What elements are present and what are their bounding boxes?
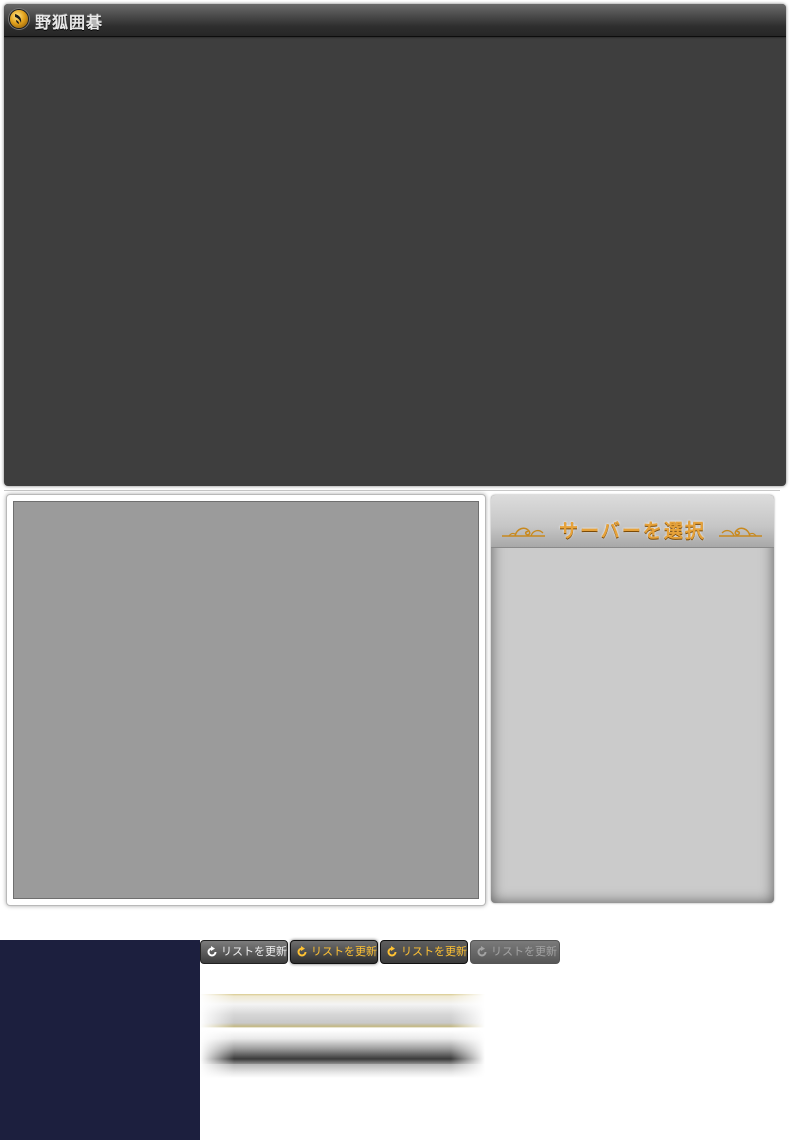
refresh-icon bbox=[387, 946, 397, 957]
refresh-button-label: リストを更新 bbox=[491, 945, 557, 958]
foxwq-logo-icon bbox=[10, 10, 28, 28]
server-list[interactable] bbox=[491, 548, 774, 903]
window-title: 野狐囲碁 bbox=[35, 13, 104, 32]
title-bar[interactable]: 野狐囲碁 bbox=[4, 4, 786, 39]
main-content-area bbox=[4, 37, 786, 486]
server-panel-header: サーバーを選択 bbox=[491, 495, 774, 548]
refresh-list-button-pressed[interactable]: リストを更新 bbox=[380, 940, 468, 964]
list-row-shadow bbox=[200, 1064, 485, 1078]
board-frame bbox=[6, 494, 486, 906]
board-area[interactable] bbox=[13, 501, 479, 899]
list-row-background-dark bbox=[200, 1030, 485, 1064]
refresh-list-button-disabled: リストを更新 bbox=[470, 940, 560, 964]
refresh-icon bbox=[297, 946, 307, 957]
refresh-icon bbox=[207, 946, 217, 957]
gold-flourish-icon bbox=[719, 527, 762, 537]
divider bbox=[4, 490, 780, 491]
refresh-list-button[interactable]: リストを更新 bbox=[200, 940, 288, 964]
list-row-background-gold bbox=[200, 994, 485, 1028]
refresh-list-button-hover[interactable]: リストを更新 bbox=[290, 940, 378, 964]
server-select-panel: サーバーを選択 bbox=[491, 495, 774, 903]
refresh-button-label: リストを更新 bbox=[311, 945, 377, 958]
main-window: 野狐囲碁 bbox=[4, 4, 786, 486]
refresh-button-label: リストを更新 bbox=[221, 945, 287, 958]
navy-swatch bbox=[0, 940, 200, 1140]
refresh-icon bbox=[477, 946, 487, 957]
refresh-button-label: リストを更新 bbox=[401, 945, 467, 958]
